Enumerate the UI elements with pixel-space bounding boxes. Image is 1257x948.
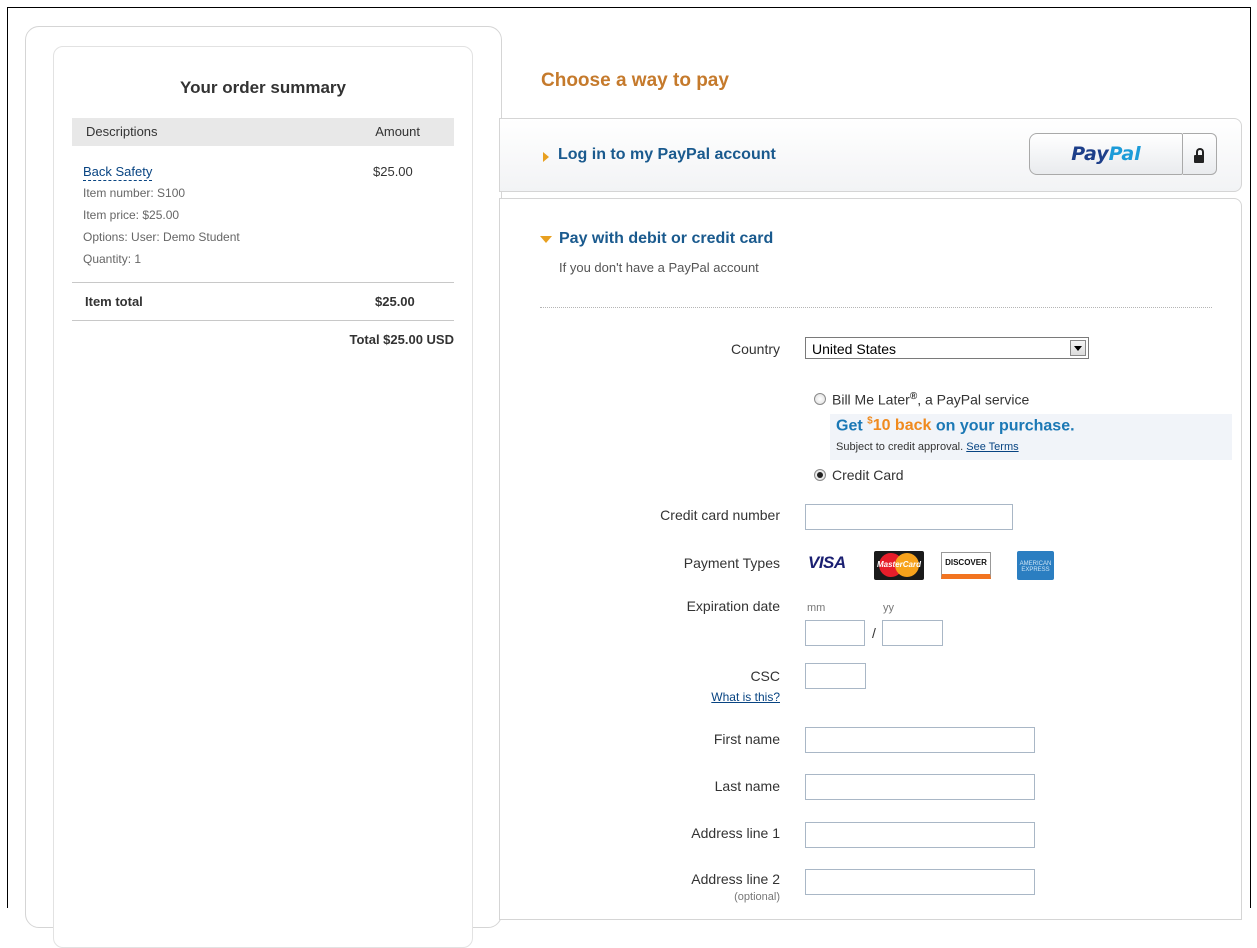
address1-label: Address line 1 — [691, 825, 780, 841]
last-name-label: Last name — [714, 778, 780, 794]
cc-number-label: Credit card number — [660, 507, 780, 523]
summary-table-header: Descriptions Amount — [72, 118, 454, 146]
see-terms-link[interactable]: See Terms — [966, 441, 1018, 453]
promo-rest: on your purchase. — [931, 417, 1075, 435]
item-name-link[interactable]: Back Safety — [83, 164, 153, 181]
dotted-divider — [540, 307, 1212, 308]
amex-logo: AMERICAN EXPRESS — [1017, 551, 1054, 580]
first-name-label: First name — [713, 731, 780, 747]
bml-suffix: , a PayPal service — [917, 391, 1030, 408]
lock-body — [1194, 155, 1204, 163]
country-select[interactable]: United States — [805, 337, 1089, 359]
discover-text: DISCOVER — [945, 558, 987, 567]
item-number: Item number: S100 — [83, 186, 186, 200]
address2-input[interactable] — [805, 869, 1035, 895]
bml-promo-text: Get $10 back on your purchase. — [836, 416, 1075, 435]
first-name-input[interactable] — [805, 727, 1035, 753]
dropdown-arrow-icon[interactable] — [1070, 340, 1086, 356]
exp-year-input[interactable] — [882, 620, 943, 646]
paypal-login-button[interactable]: PayPal — [1029, 133, 1183, 175]
choose-pay-heading: Choose a way to pay — [541, 70, 729, 91]
csc-label: CSC — [750, 668, 780, 684]
discover-logo: DISCOVER — [941, 552, 991, 579]
last-name-input[interactable] — [805, 774, 1035, 800]
exp-separator: / — [872, 625, 876, 641]
item-amount: $25.00 — [373, 164, 413, 179]
cc-number-input[interactable] — [805, 504, 1013, 530]
credit-approval-note: Subject to credit approval. See Terms — [836, 441, 1019, 453]
item-total-label: Item total — [85, 294, 143, 309]
csc-input[interactable] — [805, 663, 866, 689]
item-price: Item price: $25.00 — [83, 208, 180, 222]
credit-card-option-label: Credit Card — [832, 467, 904, 483]
visa-logo: VISA — [808, 553, 846, 572]
promo-get: Get — [836, 417, 868, 435]
order-summary-title: Your order summary — [180, 78, 346, 97]
address1-input[interactable] — [805, 822, 1035, 848]
country-value: United States — [812, 341, 897, 357]
order-summary-card — [53, 46, 473, 948]
item-quantity: Quantity: 1 — [83, 252, 142, 266]
summary-divider — [72, 320, 454, 321]
mastercard-logo: MasterCard — [874, 551, 924, 580]
lock-icon[interactable] — [1183, 133, 1217, 175]
item-options: Options: User: Demo Student — [83, 230, 240, 244]
yy-hint: yy — [883, 602, 894, 614]
mastercard-text: MasterCard — [876, 560, 921, 569]
bml-label: Bill Me Later®, a PayPal service — [832, 391, 1029, 408]
bml-name: Bill Me Later — [832, 391, 910, 408]
expand-arrow-icon — [543, 152, 549, 162]
mm-hint: mm — [807, 602, 826, 614]
expiration-label: Expiration date — [686, 598, 780, 614]
promo-amount: 10 back — [872, 417, 932, 435]
card-payment-subtitle: If you don't have a PayPal account — [559, 260, 759, 275]
address2-label: Address line 2 — [691, 871, 780, 887]
payment-types-label: Payment Types — [683, 555, 780, 571]
what-is-this-link[interactable]: What is this? — [540, 690, 780, 704]
grand-total: Total $25.00 USD — [349, 332, 454, 347]
card-payment-title[interactable]: Pay with debit or credit card — [559, 230, 773, 248]
optional-hint: (optional) — [734, 891, 780, 903]
login-paypal-link[interactable]: Log in to my PayPal account — [558, 146, 776, 164]
exp-month-input[interactable] — [805, 620, 865, 646]
paypal-logo: PayPal — [1071, 143, 1140, 165]
summary-divider — [72, 282, 454, 283]
amount-header: Amount — [375, 124, 420, 139]
bml-radio[interactable] — [814, 393, 826, 405]
item-total-value: $25.00 — [375, 294, 415, 309]
amex-text: AMERICAN EXPRESS — [1019, 561, 1052, 573]
credit-card-radio[interactable] — [814, 469, 826, 481]
paypal-logo-pay: Pay — [1071, 143, 1109, 165]
subject-text: Subject to credit approval. — [836, 441, 967, 453]
descriptions-header: Descriptions — [86, 124, 158, 139]
country-label: Country — [730, 341, 780, 357]
collapse-arrow-icon — [540, 236, 552, 243]
paypal-logo-pal: Pal — [1108, 143, 1141, 165]
